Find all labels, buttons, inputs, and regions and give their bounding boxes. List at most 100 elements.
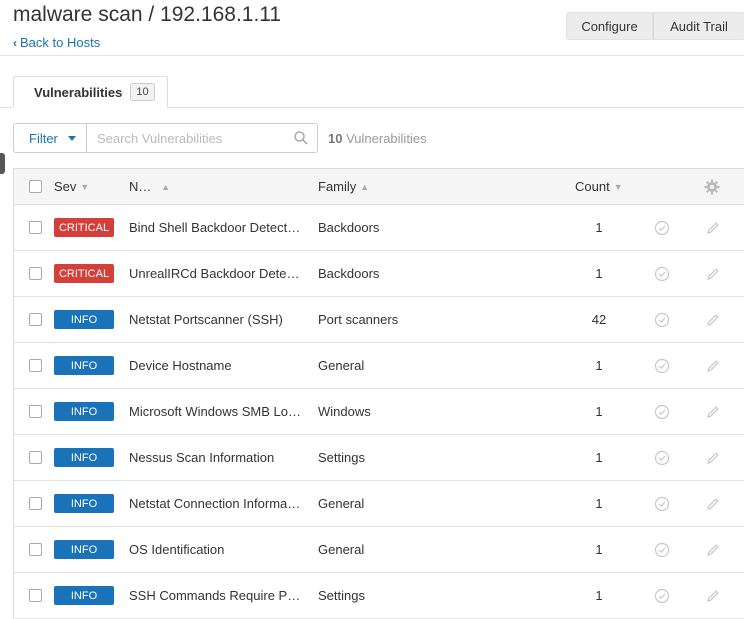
- tab-label: Vulnerabilities: [34, 84, 123, 100]
- gear-icon[interactable]: [704, 179, 720, 195]
- table-row[interactable]: CRITICAL UnrealIRCd Backdoor Detection B…: [14, 251, 744, 297]
- table-body: CRITICAL Bind Shell Backdoor Detection B…: [14, 205, 744, 619]
- column-label: Count: [575, 179, 610, 194]
- row-checkbox[interactable]: [29, 359, 42, 372]
- sort-asc-icon: ▲: [161, 181, 171, 192]
- vulnerability-name[interactable]: OS Identification: [129, 542, 301, 557]
- vulnerability-count-cell: 42: [591, 312, 607, 327]
- check-circle-icon[interactable]: [654, 266, 670, 282]
- check-circle-icon[interactable]: [654, 358, 670, 374]
- vulnerability-count-cell: 1: [595, 404, 603, 419]
- check-circle-icon[interactable]: [654, 496, 670, 512]
- row-checkbox[interactable]: [29, 405, 42, 418]
- search-input[interactable]: [87, 124, 282, 152]
- sort-asc-icon: ▲: [360, 181, 370, 192]
- column-header-sev[interactable]: Sev ▼: [54, 169, 89, 204]
- table-row[interactable]: INFO Microsoft Windows SMB Log In Possib…: [14, 389, 744, 435]
- vulnerability-family: Port scanners: [318, 312, 399, 327]
- check-circle-icon[interactable]: [654, 220, 670, 236]
- back-to-hosts-link[interactable]: ‹ Back to Hosts: [13, 35, 100, 50]
- table-row[interactable]: INFO Netstat Portscanner (SSH) Port scan…: [14, 297, 744, 343]
- back-link-label: Back to Hosts: [20, 35, 101, 50]
- column-header-name[interactable]: Name ▲: [129, 169, 301, 204]
- vulnerability-count: 10 Vulnerabilities: [328, 131, 427, 146]
- header-button-group: Configure Audit Trail: [566, 12, 744, 40]
- row-checkbox[interactable]: [29, 497, 42, 510]
- check-circle-icon[interactable]: [654, 312, 670, 328]
- vulnerability-name[interactable]: UnrealIRCd Backdoor Detection: [129, 266, 301, 281]
- pencil-icon[interactable]: [706, 267, 720, 281]
- table-row[interactable]: CRITICAL Bind Shell Backdoor Detection B…: [14, 205, 744, 251]
- severity-badge: INFO: [54, 448, 114, 467]
- tab-count-badge: 10: [130, 83, 155, 101]
- pencil-icon[interactable]: [706, 497, 720, 511]
- vulnerability-family: General: [318, 358, 365, 373]
- vulnerability-name[interactable]: Netstat Portscanner (SSH): [129, 312, 301, 327]
- filter-label: Filter: [29, 130, 58, 146]
- filter-button[interactable]: Filter: [13, 123, 87, 153]
- vulnerability-count-number: 10: [328, 131, 343, 146]
- pencil-icon[interactable]: [706, 589, 720, 603]
- pencil-icon[interactable]: [706, 221, 720, 235]
- check-circle-icon[interactable]: [654, 588, 670, 604]
- severity-badge: INFO: [54, 540, 114, 559]
- table-header: Sev▼ Name▲ Family▲ Count▼: [14, 168, 744, 205]
- vulnerability-count-cell: 1: [595, 588, 603, 603]
- chevron-left-icon: ‹: [13, 36, 17, 50]
- pencil-icon[interactable]: [706, 451, 720, 465]
- severity-badge: CRITICAL: [54, 218, 114, 237]
- vulnerability-family: Backdoors: [318, 220, 380, 235]
- vulnerability-family: Settings: [318, 450, 365, 465]
- pencil-icon[interactable]: [706, 313, 720, 327]
- vulnerability-name[interactable]: Device Hostname: [129, 358, 301, 373]
- table-row[interactable]: INFO SSH Commands Require Privilege Esca…: [14, 573, 744, 619]
- header-divider: [0, 55, 744, 56]
- pencil-icon[interactable]: [706, 359, 720, 373]
- check-circle-icon[interactable]: [654, 542, 670, 558]
- vulnerability-count-cell: 1: [595, 542, 603, 557]
- severity-badge: INFO: [54, 356, 114, 375]
- column-header-family[interactable]: Family ▲: [318, 169, 369, 204]
- column-label: Family: [318, 179, 357, 194]
- severity-badge: CRITICAL: [54, 264, 114, 283]
- vulnerability-family: Windows: [318, 404, 371, 419]
- check-circle-icon[interactable]: [654, 404, 670, 420]
- row-checkbox[interactable]: [29, 589, 42, 602]
- vulnerability-name[interactable]: Microsoft Windows SMB Log In Possible: [129, 404, 301, 419]
- row-checkbox[interactable]: [29, 267, 42, 280]
- configure-button[interactable]: Configure: [566, 12, 653, 40]
- pencil-icon[interactable]: [706, 405, 720, 419]
- select-all-checkbox[interactable]: [29, 180, 42, 193]
- page-title: malware scan / 192.168.1.11: [13, 3, 282, 26]
- column-header-count[interactable]: Count ▼: [575, 169, 623, 204]
- sort-desc-icon: ▼: [613, 181, 623, 192]
- search-icon[interactable]: [294, 131, 308, 145]
- side-drawer-handle[interactable]: [0, 153, 5, 174]
- vulnerability-name[interactable]: SSH Commands Require Privilege Escalatio…: [129, 588, 301, 603]
- row-checkbox[interactable]: [29, 313, 42, 326]
- vulnerability-count-cell: 1: [595, 496, 603, 511]
- vulnerability-name[interactable]: Nessus Scan Information: [129, 450, 301, 465]
- severity-badge: INFO: [54, 310, 114, 329]
- column-label: Name: [129, 179, 157, 194]
- pencil-icon[interactable]: [706, 543, 720, 557]
- vulnerability-name[interactable]: Netstat Connection Information: [129, 496, 301, 511]
- column-label: Sev: [54, 179, 77, 194]
- table-row[interactable]: INFO Nessus Scan Information Settings 1: [14, 435, 744, 481]
- table-row[interactable]: INFO Netstat Connection Information Gene…: [14, 481, 744, 527]
- vulnerability-count-label: Vulnerabilities: [346, 131, 427, 146]
- vulnerability-count-cell: 1: [595, 450, 603, 465]
- vulnerability-family: General: [318, 496, 365, 511]
- table-row[interactable]: INFO OS Identification General 1: [14, 527, 744, 573]
- tab-vulnerabilities[interactable]: Vulnerabilities 10: [13, 76, 168, 108]
- table-row[interactable]: INFO Device Hostname General 1: [14, 343, 744, 389]
- row-checkbox[interactable]: [29, 451, 42, 464]
- audit-trail-button[interactable]: Audit Trail: [653, 12, 744, 40]
- row-checkbox[interactable]: [29, 543, 42, 556]
- check-circle-icon[interactable]: [654, 450, 670, 466]
- vulnerability-family: Backdoors: [318, 266, 380, 281]
- caret-down-icon: [67, 135, 76, 141]
- row-checkbox[interactable]: [29, 221, 42, 234]
- severity-badge: INFO: [54, 586, 114, 605]
- vulnerability-name[interactable]: Bind Shell Backdoor Detection: [129, 220, 301, 235]
